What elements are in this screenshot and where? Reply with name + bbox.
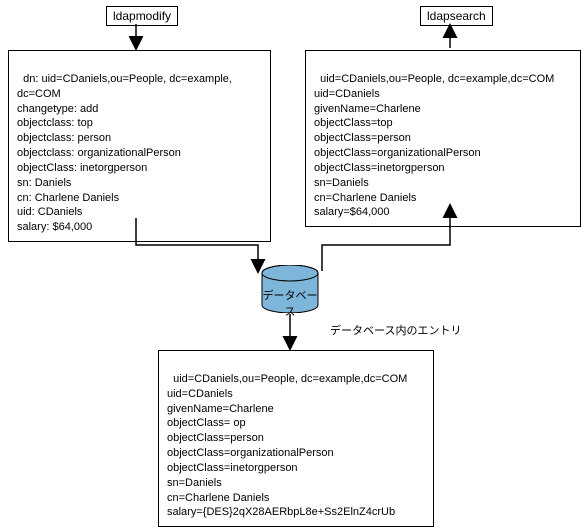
ldapmodify-content: dn: uid=CDaniels,ou=People, dc=example, … bbox=[17, 73, 232, 233]
ldapmodify-box: dn: uid=CDaniels,ou=People, dc=example, … bbox=[8, 50, 271, 242]
db-entry-caption: データベース内のエントリ bbox=[330, 322, 461, 338]
ldapmodify-label-text: ldapmodify bbox=[113, 9, 171, 23]
ldapsearch-box: uid=CDaniels,ou=People, dc=example,dc=CO… bbox=[305, 50, 581, 227]
database-entry-box: uid=CDaniels,ou=People, dc=example,dc=CO… bbox=[158, 350, 434, 527]
ldapmodify-label: ldapmodify bbox=[106, 6, 178, 26]
ldapsearch-label-text: ldapsearch bbox=[427, 9, 486, 23]
ldapsearch-content: uid=CDaniels,ou=People, dc=example,dc=CO… bbox=[314, 73, 554, 219]
database-cylinder: データベース bbox=[260, 265, 320, 313]
database-label: データベース bbox=[260, 287, 320, 319]
ldapsearch-label: ldapsearch bbox=[420, 6, 493, 26]
database-entry-content: uid=CDaniels,ou=People, dc=example,dc=CO… bbox=[167, 373, 407, 519]
